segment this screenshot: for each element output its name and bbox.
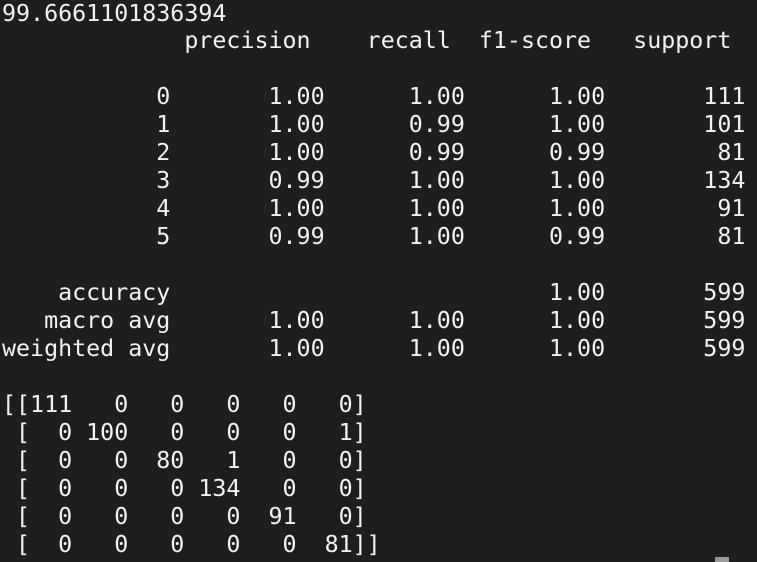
report-row-accuracy: accuracy 1.00 599 [2, 279, 746, 306]
report-row-class-5: 5 0.99 1.00 0.99 81 [2, 223, 746, 250]
report-row-weighted-avg: weighted avg 1.00 1.00 1.00 599 [2, 335, 746, 362]
report-row-class-4: 4 1.00 1.00 1.00 91 [2, 195, 746, 222]
confusion-matrix-row-0: [[111 0 0 0 0 0] [2, 391, 367, 418]
confusion-matrix-row-3: [ 0 0 0 134 0 0] [2, 475, 367, 502]
accuracy-score: 99.6661101836394 [2, 0, 227, 27]
terminal-cursor [715, 557, 729, 562]
confusion-matrix-row-1: [ 0 100 0 0 0 1] [2, 419, 367, 446]
report-header: precision recall f1-score support [2, 27, 732, 54]
confusion-matrix-row-5: [ 0 0 0 0 0 81]] [2, 531, 381, 558]
confusion-matrix-row-2: [ 0 0 80 1 0 0] [2, 447, 367, 474]
confusion-matrix-row-4: [ 0 0 0 0 91 0] [2, 503, 367, 530]
report-row-class-0: 0 1.00 1.00 1.00 111 [2, 83, 746, 110]
terminal-window[interactable]: 99.6661101836394 precision recall f1-sco… [0, 0, 757, 562]
report-row-class-2: 2 1.00 0.99 0.99 81 [2, 139, 746, 166]
report-row-class-1: 1 1.00 0.99 1.00 101 [2, 111, 746, 138]
report-row-macro-avg: macro avg 1.00 1.00 1.00 599 [2, 307, 746, 334]
report-row-class-3: 3 0.99 1.00 1.00 134 [2, 167, 746, 194]
